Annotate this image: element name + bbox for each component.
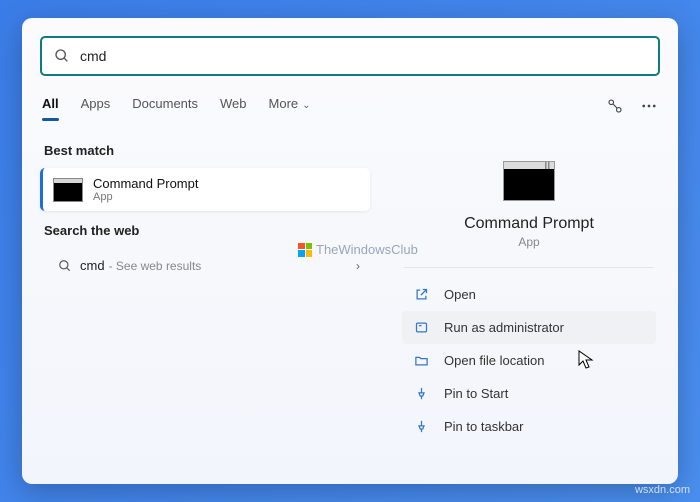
preview-pane: Command Prompt App Open Run as administr…	[380, 131, 660, 479]
result-name: Command Prompt	[93, 176, 198, 191]
action-open-file-location[interactable]: Open file location	[402, 344, 656, 377]
tab-web[interactable]: Web	[220, 90, 247, 121]
search-box[interactable]	[40, 36, 660, 76]
search-icon	[58, 259, 72, 273]
best-match-heading: Best match	[44, 143, 370, 158]
command-prompt-icon	[503, 161, 555, 201]
results-pane: Best match Command Prompt App Search the…	[40, 131, 380, 479]
filter-tabs-row: All Apps Documents Web More⌄	[40, 90, 660, 121]
start-search-window: All Apps Documents Web More⌄ Best match …	[22, 18, 678, 484]
search-web-heading: Search the web	[44, 223, 370, 238]
action-label: Open file location	[444, 353, 544, 368]
search-input[interactable]	[80, 48, 646, 64]
action-label: Open	[444, 287, 476, 302]
more-options-icon[interactable]	[640, 97, 658, 115]
best-match-item[interactable]: Command Prompt App	[40, 168, 370, 211]
web-hint: - See web results	[109, 259, 202, 273]
action-run-as-administrator[interactable]: Run as administrator	[402, 311, 656, 344]
pin-icon	[414, 386, 429, 401]
pin-icon	[414, 419, 429, 434]
preview-title: Command Prompt	[464, 215, 594, 233]
action-label: Pin to Start	[444, 386, 508, 401]
search-icon	[54, 48, 70, 64]
preview-kind: App	[518, 235, 539, 249]
web-search-item[interactable]: cmd - See web results ›	[40, 248, 370, 283]
tab-apps[interactable]: Apps	[81, 90, 111, 121]
tab-more[interactable]: More⌄	[269, 90, 311, 121]
tab-all[interactable]: All	[42, 90, 59, 121]
quick-access-icon[interactable]	[606, 97, 624, 115]
tab-documents[interactable]: Documents	[132, 90, 198, 121]
command-prompt-icon	[53, 178, 83, 202]
action-open[interactable]: Open	[402, 278, 656, 311]
web-term: cmd	[80, 258, 105, 273]
action-label: Run as administrator	[444, 320, 564, 335]
action-pin-to-taskbar[interactable]: Pin to taskbar	[402, 410, 656, 443]
shield-icon	[414, 320, 429, 335]
result-kind: App	[93, 191, 198, 203]
chevron-right-icon: ›	[356, 259, 360, 273]
action-pin-to-start[interactable]: Pin to Start	[402, 377, 656, 410]
site-watermark: wsxdn.com	[635, 484, 690, 496]
chevron-down-icon: ⌄	[302, 100, 310, 111]
open-icon	[414, 287, 429, 302]
action-label: Pin to taskbar	[444, 419, 524, 434]
folder-icon	[414, 353, 429, 368]
